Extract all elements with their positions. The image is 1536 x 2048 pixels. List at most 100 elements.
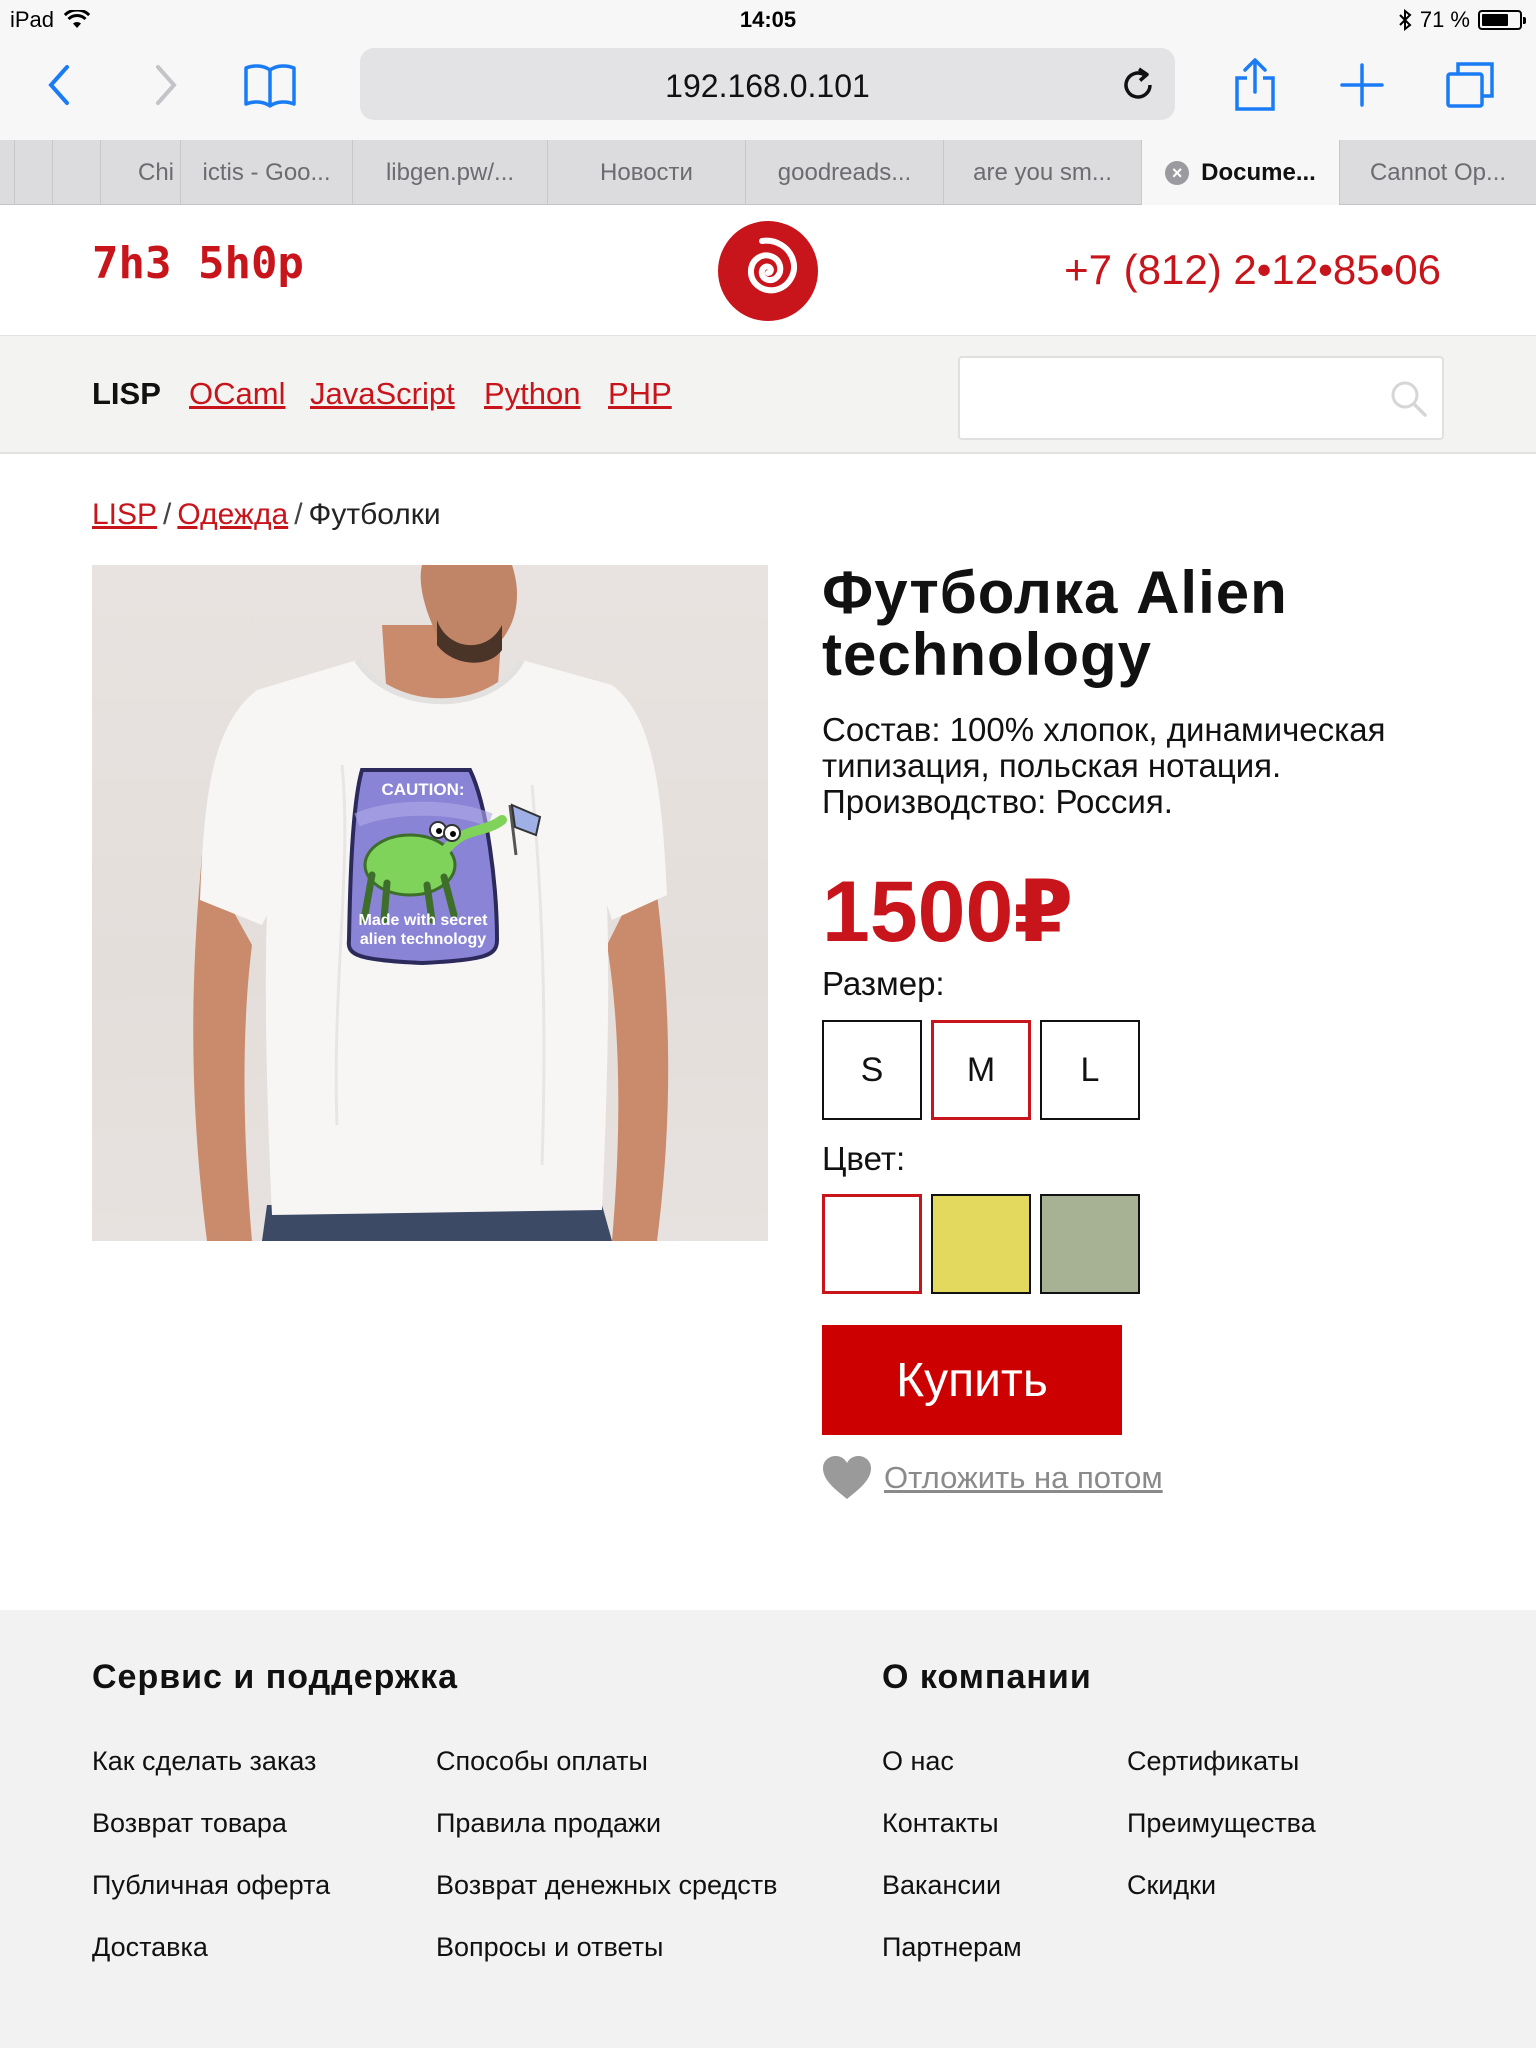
footer-link-refunds[interactable]: Возврат денежных средств — [436, 1870, 777, 1901]
tab-label: Cannot Op... — [1369, 158, 1507, 186]
tab-8[interactable]: × Docume... — [1141, 140, 1339, 205]
spiral-logo-icon[interactable] — [717, 220, 819, 322]
footer-link-returns[interactable]: Возврат товара — [92, 1808, 287, 1839]
footer-link-about[interactable]: О нас — [882, 1746, 954, 1777]
heart-icon — [823, 1456, 871, 1499]
bluetooth-icon — [1399, 9, 1412, 31]
color-option-yellow[interactable] — [931, 1194, 1031, 1294]
search-box — [958, 356, 1444, 440]
tab-strip: Chi ictis - Goo... libgen.pw/... Новости… — [0, 140, 1536, 205]
reload-button[interactable] — [1113, 60, 1163, 110]
tab-7[interactable]: are you sm... — [943, 140, 1141, 205]
search-input[interactable] — [960, 358, 1380, 438]
forward-icon — [156, 65, 177, 105]
footer-heading-company: О компании — [882, 1658, 1092, 1696]
print-line-2: alien technology — [360, 931, 486, 948]
forward-button[interactable] — [125, 50, 205, 120]
footer-link-vacancies[interactable]: Вакансии — [882, 1870, 1001, 1901]
footer-link-discounts[interactable]: Скидки — [1127, 1870, 1216, 1901]
new-tab-icon — [1340, 63, 1384, 107]
footer-link-payment-methods[interactable]: Способы оплаты — [436, 1746, 648, 1777]
tabs-icon — [1446, 62, 1494, 108]
color-option-white[interactable] — [822, 1194, 922, 1294]
tab-9[interactable]: Cannot Op... — [1339, 140, 1536, 205]
tab-1[interactable] — [52, 140, 100, 205]
back-button[interactable] — [20, 50, 100, 120]
tab-label: goodreads... — [777, 158, 912, 186]
tab-2[interactable]: Chi — [100, 140, 180, 205]
breadcrumb-lisp[interactable]: LISP — [92, 498, 157, 531]
breadcrumb: LISP / Одежда / Футболки — [92, 498, 441, 532]
footer-link-delivery[interactable]: Доставка — [92, 1932, 208, 1963]
new-tab-button[interactable] — [1322, 50, 1402, 120]
phone-number[interactable]: +7 (812) 2•12•85•06 — [1064, 246, 1441, 294]
footer-heading-support: Сервис и поддержка — [92, 1658, 459, 1696]
url-text: 192.168.0.101 — [665, 68, 870, 104]
bookmarks-button[interactable] — [230, 50, 310, 120]
battery-percent: 71 % — [1419, 7, 1470, 32]
tab-4[interactable]: libgen.pw/... — [352, 140, 547, 205]
product-image[interactable]: CAUTION: Made with secret alien technolo… — [92, 565, 768, 1241]
size-label: Размер: — [822, 965, 945, 1002]
footer-link-how-to-order[interactable]: Как сделать заказ — [92, 1746, 316, 1777]
tab-5[interactable]: Новости — [547, 140, 745, 205]
category-lisp: LISP — [92, 376, 161, 411]
footer-link-certificates[interactable]: Сертификаты — [1127, 1746, 1299, 1777]
breadcrumb-separator: / — [294, 498, 303, 531]
footer-link-public-offer[interactable]: Публичная оферта — [92, 1870, 330, 1901]
battery-icon — [1478, 10, 1526, 30]
site-header: 7h3 5h0p +7 (812) 2•12•85•06 — [0, 206, 1536, 336]
footer-link-partners[interactable]: Партнерам — [882, 1932, 1022, 1963]
breadcrumb-clothing[interactable]: Одежда — [177, 498, 288, 531]
search-icon[interactable] — [1388, 378, 1428, 418]
size-option-s[interactable]: S — [822, 1020, 922, 1120]
product-title: Футболка Alien technology — [822, 559, 1288, 688]
tabs-button[interactable] — [1430, 50, 1510, 120]
product-price: 1500₽ — [822, 864, 1074, 960]
close-tab-icon[interactable]: × — [1165, 160, 1190, 185]
print-line-1: Made with secret — [359, 912, 489, 929]
share-icon — [1235, 58, 1275, 111]
footer: Сервис и поддержка О компании Как сделат… — [0, 1610, 1536, 2048]
footer-link-sales-rules[interactable]: Правила продажи — [436, 1808, 661, 1839]
back-icon — [48, 65, 69, 105]
url-bar[interactable]: 192.168.0.101 — [360, 48, 1175, 120]
footer-link-contacts[interactable]: Контакты — [882, 1808, 999, 1839]
tab-6[interactable]: goodreads... — [745, 140, 943, 205]
tab-label: Docume... — [1201, 158, 1316, 186]
tab-0[interactable] — [14, 140, 52, 205]
category-php[interactable]: PHP — [608, 376, 672, 412]
tab-label: Новости — [600, 158, 693, 186]
category-python[interactable]: Python — [484, 376, 581, 412]
tab-label: libgen.pw/... — [385, 158, 515, 186]
tab-3[interactable]: ictis - Goo... — [180, 140, 352, 205]
wishlist-label: Отложить на потом — [884, 1460, 1163, 1495]
breadcrumb-tshirts: Футболки — [308, 498, 441, 531]
buy-button[interactable]: Купить — [822, 1325, 1122, 1435]
footer-link-advantages[interactable]: Преимущества — [1127, 1808, 1316, 1839]
shop-logo[interactable]: 7h3 5h0p — [92, 238, 304, 289]
category-javascript[interactable]: JavaScript — [310, 376, 455, 412]
category-ocaml[interactable]: OCaml — [189, 376, 285, 412]
browser-toolbar: 192.168.0.101 — [0, 40, 1536, 140]
tab-label: are you sm... — [973, 158, 1112, 186]
category-nav: LISP OCaml JavaScript Python PHP — [0, 336, 1536, 454]
footer-link-faq[interactable]: Вопросы и ответы — [436, 1932, 663, 1963]
color-option-sage[interactable] — [1040, 1194, 1140, 1294]
wishlist-link[interactable]: Отложить на потом — [822, 1455, 1163, 1501]
size-option-m[interactable]: M — [931, 1020, 1031, 1120]
reload-icon — [1124, 67, 1152, 99]
bookmarks-icon — [244, 64, 296, 108]
tab-label: Chi — [137, 158, 174, 186]
print-caution: CAUTION: — [381, 780, 464, 799]
tshirt-photo: CAUTION: Made with secret alien technolo… — [193, 565, 669, 1241]
breadcrumb-separator: / — [163, 498, 172, 531]
status-bar: iPad 14:05 71 % — [0, 0, 1536, 40]
share-button[interactable] — [1215, 50, 1295, 120]
status-right: 71 % — [1398, 7, 1526, 33]
tab-label: ictis - Goo... — [202, 158, 331, 186]
status-time: 14:05 — [739, 7, 797, 32]
size-option-l[interactable]: L — [1040, 1020, 1140, 1120]
product-description: Состав: 100% хлопок, динамическая типиза… — [822, 711, 1386, 820]
color-label: Цвет: — [822, 1140, 906, 1177]
